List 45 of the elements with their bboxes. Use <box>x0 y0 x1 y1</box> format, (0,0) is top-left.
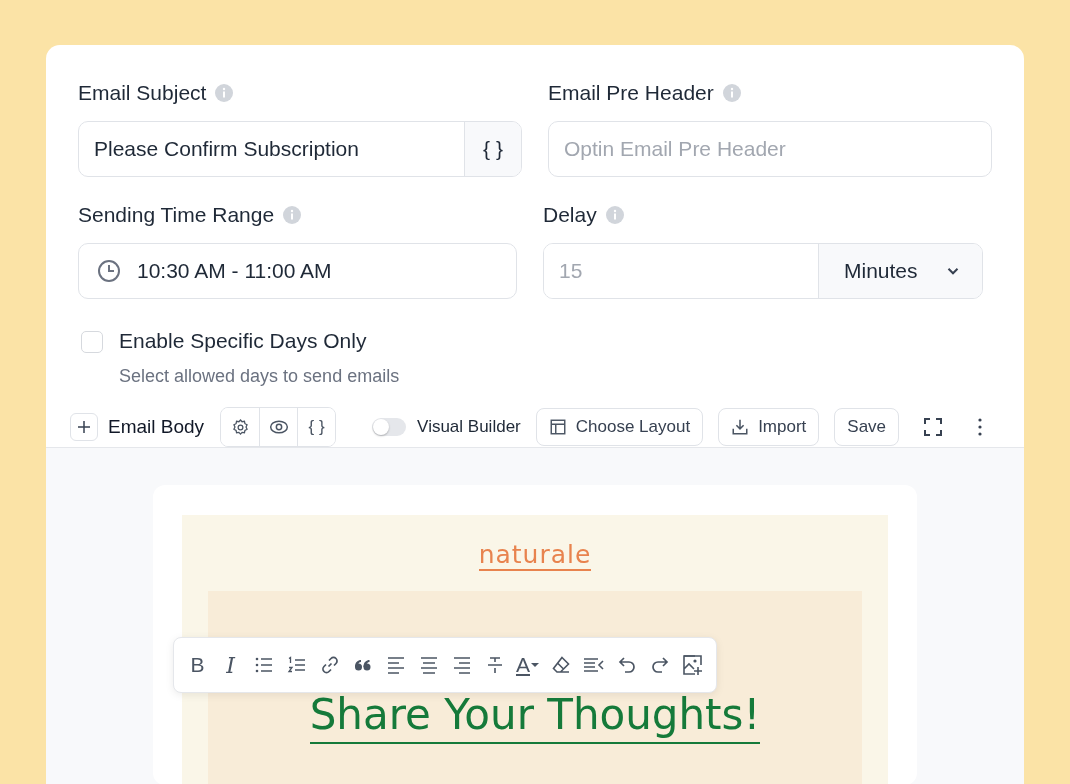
choose-layout-button[interactable]: Choose Layout <box>535 408 704 446</box>
field-label: Email Subject <box>78 81 207 105</box>
align-right-icon <box>451 655 472 675</box>
brand-logo: naturale <box>478 541 592 571</box>
layout-icon <box>548 418 567 436</box>
fullscreen-icon[interactable] <box>923 417 944 437</box>
section-title: Email Body <box>108 416 205 438</box>
indent-icon <box>582 655 605 675</box>
unit-dropdown[interactable]: Minutes <box>818 244 982 298</box>
eraser-icon <box>550 655 571 675</box>
bold-button[interactable]: B <box>181 645 214 685</box>
merge-tag-button[interactable]: { } <box>297 408 336 446</box>
hint-text: Select allowed days to send emails <box>119 366 400 387</box>
field-label: Sending Time Range <box>78 203 275 227</box>
toggle-label: Visual Builder <box>417 417 521 437</box>
undo-icon <box>616 655 637 675</box>
add-image-icon <box>681 654 704 676</box>
more-options-icon[interactable] <box>977 417 984 437</box>
download-icon <box>731 418 750 436</box>
add-button[interactable] <box>70 413 98 441</box>
bullet-list-icon <box>253 655 274 675</box>
delay-input-group[interactable]: 15 Minutes <box>543 243 983 299</box>
subject-field[interactable]: Please Confirm Subscription { } <box>78 121 522 177</box>
link-icon <box>319 655 340 675</box>
field-label: Email Pre Header <box>548 81 714 105</box>
import-button[interactable]: Import <box>718 408 820 446</box>
align-center-icon <box>418 655 439 675</box>
numbered-list-icon <box>286 655 307 675</box>
toggle-switch[interactable] <box>372 418 407 436</box>
caret-icon <box>531 661 539 669</box>
time-range-field[interactable]: 10:30 AM - 11:00 AM <box>78 243 517 299</box>
color-button[interactable]: A <box>511 645 544 685</box>
align-left-icon <box>385 655 406 675</box>
eye-icon <box>268 417 289 437</box>
redo-icon <box>649 655 670 675</box>
clock-icon <box>97 259 121 283</box>
plus-icon <box>76 419 92 435</box>
checkbox[interactable] <box>81 331 103 353</box>
save-button[interactable]: Save <box>834 408 900 446</box>
pre-header-field[interactable]: Optin Email Pre Header <box>548 121 992 177</box>
italic-button[interactable]: I <box>214 645 247 685</box>
settings-icon <box>230 417 250 437</box>
field-label: Delay <box>543 203 597 227</box>
checkbox-label: Enable Specific Days Only <box>119 329 368 353</box>
merge-tag-button[interactable]: { } <box>464 122 521 176</box>
